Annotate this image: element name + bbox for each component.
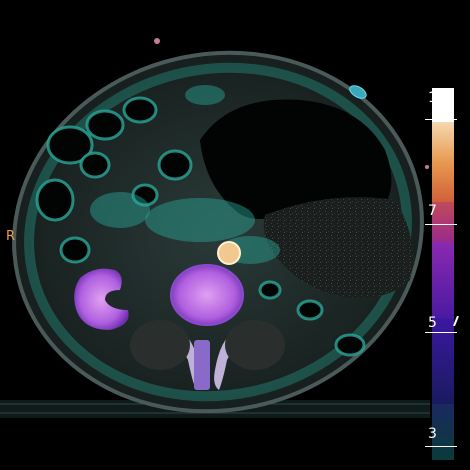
colorbar-tick-3 bbox=[425, 446, 457, 447]
colorbar-label-10: 10 bbox=[428, 90, 446, 106]
aorta-calcified bbox=[217, 241, 241, 265]
colorbar-level-handle-icon[interactable] bbox=[453, 316, 459, 326]
suv-colorbar[interactable] bbox=[432, 88, 454, 460]
colorbar-label-3: 3 bbox=[428, 426, 437, 442]
colorbar-label-7: 7 bbox=[428, 203, 437, 219]
orientation-label-right: R bbox=[6, 229, 16, 244]
colorbar-tick-7 bbox=[425, 224, 457, 225]
colorbar-tick-5 bbox=[425, 332, 457, 333]
vertebral-body-uptake bbox=[170, 264, 244, 326]
colorbar-label-5: 5 bbox=[428, 315, 437, 331]
colorbar-tick-10 bbox=[425, 119, 457, 120]
fused-axial-scan-image bbox=[0, 38, 430, 418]
pet-ct-viewer[interactable]: R 10 7 5 3 bbox=[0, 0, 470, 470]
